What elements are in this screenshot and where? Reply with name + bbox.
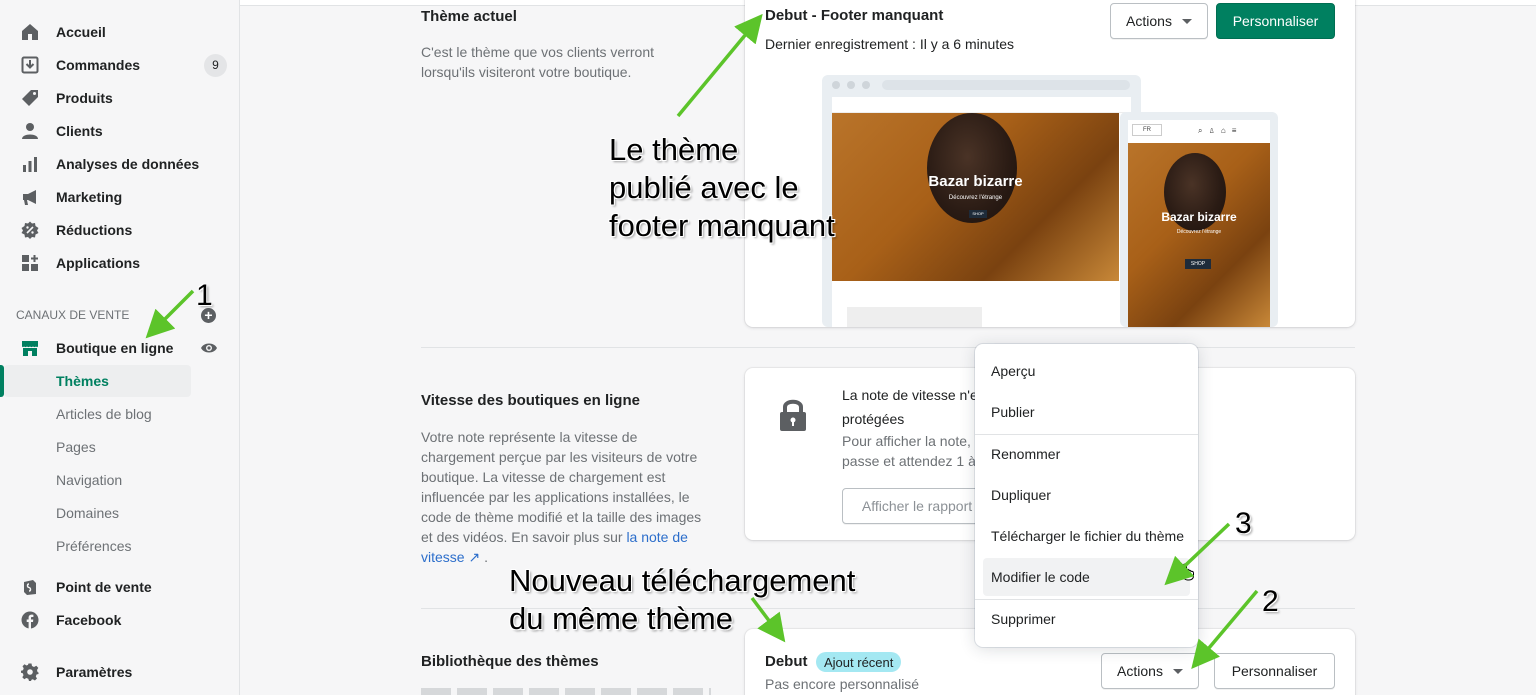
annotation-line: Nouveau téléchargement: [509, 563, 856, 598]
step-number-1: 1: [196, 279, 213, 312]
step-number-2: 2: [1262, 585, 1279, 618]
arrow-to-edit-code: [1164, 522, 1231, 586]
annotation-line: du même thème: [509, 601, 733, 636]
annotation-new-upload: Nouveau téléchargement du même thème: [509, 562, 855, 638]
step-number-3: 3: [1235, 507, 1252, 540]
annotation-published: Le thème publié avec le footer manquant: [609, 131, 835, 245]
arrow-to-published-theme: [676, 13, 763, 118]
arrow-to-online-store: [145, 289, 195, 339]
annotation-line: Le thème: [609, 132, 739, 167]
annotation-line: footer manquant: [609, 208, 835, 243]
arrow-to-actions: [1191, 589, 1259, 670]
annotation-line: publié avec le: [609, 170, 799, 205]
